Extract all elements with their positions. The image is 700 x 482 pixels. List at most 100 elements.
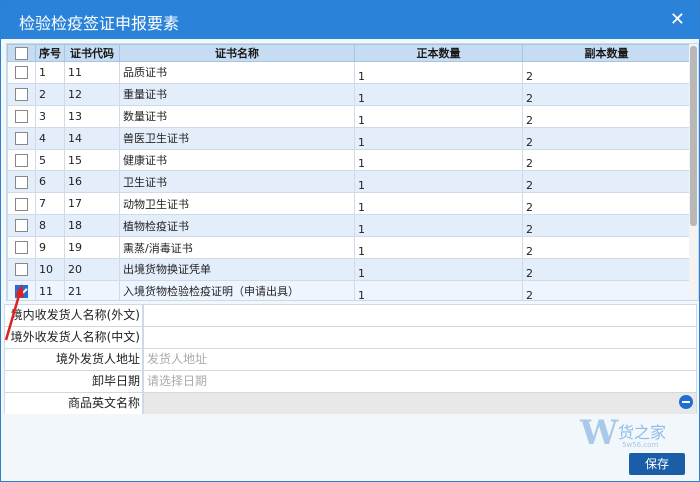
row-number: 8 [35,214,65,238]
row-name: 品质证书 [119,61,355,84]
row-checkbox[interactable] [15,219,28,233]
row-copy-qty[interactable]: 2 [522,279,691,300]
form-row-goods-english-name: 商品英文名称 [4,392,697,414]
domestic-consignee-foreign-name-input[interactable] [143,304,697,326]
col-header-code[interactable]: 证书代码 [64,44,120,62]
form-row-overseas-shipper-address: 境外发货人地址 发货人地址 [4,348,697,370]
row-name: 兽医卫生证书 [119,126,355,150]
row-copy-qty[interactable]: 2 [522,258,691,281]
domestic-consignee-foreign-name-label: 境内收发货人名称(外文) [4,304,143,326]
declaration-form: 境内收发货人名称(外文) 境外收发货人名称(中文) 境外发货人地址 发货人地址 卸毕日期… [4,304,697,414]
table-row[interactable]: 10 20 出境货物换证凭单 1 2 [7,258,691,281]
select-all-checkbox[interactable] [15,46,28,60]
overseas-shipper-address-label: 境外发货人地址 [4,348,143,370]
row-number: 6 [35,170,65,194]
row-copy-qty[interactable]: 2 [522,61,691,84]
row-checkbox-cell [7,148,36,172]
row-checkbox-cell [7,258,36,281]
dialog-titlebar: 检验检疫签证申报要素 ✕ [1,1,699,39]
row-number: 10 [35,258,65,281]
row-number: 2 [35,82,65,106]
row-number: 1 [35,61,65,84]
row-name: 熏蒸/消毒证书 [119,236,355,260]
row-original-qty[interactable]: 1 [354,214,523,238]
row-name: 重量证书 [119,82,355,106]
row-number: 7 [35,192,65,216]
row-original-qty[interactable]: 1 [354,192,523,216]
col-header-copy-qty[interactable]: 副本数量 [522,44,691,62]
row-checkbox-cell [7,236,36,260]
table-row[interactable]: 7 17 动物卫生证书 1 2 [7,192,691,216]
row-number: 11 [35,279,65,300]
overseas-consignee-chinese-name-label: 境外收发货人名称(中文) [4,326,143,348]
unloading-date-input[interactable]: 请选择日期 [143,370,697,392]
grid-scrollbar[interactable] [689,44,698,300]
row-checkbox-cell [7,126,36,150]
row-checkbox-cell [7,279,36,300]
row-original-qty[interactable]: 1 [354,82,523,106]
row-checkbox[interactable] [15,131,28,145]
row-copy-qty[interactable]: 2 [522,170,691,194]
table-body: 1 11 品质证书 1 2 2 12 重量证书 1 2 3 13 数量证书 1 2 4 14 兽医卫生证书 1 2 5 1… [7,61,691,300]
row-original-qty[interactable]: 1 [354,170,523,194]
row-copy-qty[interactable]: 2 [522,236,691,260]
row-checkbox-cell [7,214,36,238]
col-header-original-qty[interactable]: 正本数量 [354,44,523,62]
row-original-qty[interactable]: 1 [354,104,523,128]
table-row[interactable]: 5 15 健康证书 1 2 [7,148,691,172]
row-number: 5 [35,148,65,172]
row-original-qty[interactable]: 1 [354,126,523,150]
table-row[interactable]: 8 18 植物检疫证书 1 2 [7,214,691,238]
row-checkbox[interactable] [15,285,28,299]
row-copy-qty[interactable]: 2 [522,126,691,150]
overseas-shipper-address-input[interactable]: 发货人地址 [143,348,697,370]
table-row[interactable]: 3 13 数量证书 1 2 [7,104,691,128]
row-copy-qty[interactable]: 2 [522,82,691,106]
row-checkbox[interactable] [15,66,28,80]
row-original-qty[interactable]: 1 [354,148,523,172]
save-button[interactable]: 保存 [629,453,685,475]
row-checkbox[interactable] [15,109,28,123]
form-row-unloading-date: 卸毕日期 请选择日期 [4,370,697,392]
row-original-qty[interactable]: 1 [354,279,523,300]
row-checkbox[interactable] [15,153,28,167]
row-checkbox[interactable] [15,197,28,211]
row-original-qty[interactable]: 1 [354,258,523,281]
row-checkbox[interactable] [15,241,28,255]
grid-scrollbar-thumb[interactable] [690,46,697,226]
goods-english-name-label: 商品英文名称 [4,392,143,414]
remove-icon[interactable] [679,395,693,409]
table-header-row: 序号 证书代码 证书名称 正本数量 副本数量 [7,44,691,62]
certificate-grid: 序号 证书代码 证书名称 正本数量 副本数量 1 11 品质证书 1 2 2 12 重量证书 1… [6,43,699,301]
row-code: 16 [64,170,120,194]
row-checkbox[interactable] [15,263,28,277]
row-original-qty[interactable]: 1 [354,236,523,260]
row-name: 入境货物检验检疫证明（申请出具） [119,279,355,300]
row-code: 12 [64,82,120,106]
row-code: 17 [64,192,120,216]
row-copy-qty[interactable]: 2 [522,148,691,172]
row-checkbox-cell [7,192,36,216]
row-checkbox-cell [7,170,36,194]
table-row[interactable]: 11 21 入境货物检验检疫证明（申请出具） 1 2 [7,279,691,300]
table-row[interactable]: 1 11 品质证书 1 2 [7,61,691,84]
row-checkbox-cell [7,104,36,128]
row-checkbox-cell [7,61,36,84]
overseas-consignee-chinese-name-input[interactable] [143,326,697,348]
row-original-qty[interactable]: 1 [354,61,523,84]
col-header-name[interactable]: 证书名称 [119,44,355,62]
row-copy-qty[interactable]: 2 [522,104,691,128]
row-code: 14 [64,126,120,150]
close-icon[interactable]: ✕ [670,9,685,30]
table-row[interactable]: 9 19 熏蒸/消毒证书 1 2 [7,236,691,260]
table-row[interactable]: 2 12 重量证书 1 2 [7,82,691,106]
goods-english-name-input[interactable] [143,392,697,414]
row-checkbox[interactable] [15,175,28,189]
table-row[interactable]: 4 14 兽医卫生证书 1 2 [7,126,691,150]
row-name: 卫生证书 [119,170,355,194]
row-checkbox[interactable] [15,88,28,102]
row-copy-qty[interactable]: 2 [522,192,691,216]
table-row[interactable]: 6 16 卫生证书 1 2 [7,170,691,194]
row-copy-qty[interactable]: 2 [522,214,691,238]
col-header-no[interactable]: 序号 [35,44,65,62]
